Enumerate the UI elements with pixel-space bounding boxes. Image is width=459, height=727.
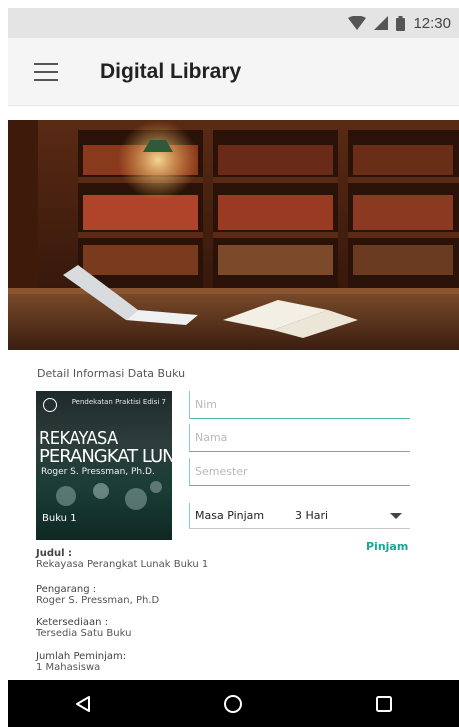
semester-field[interactable]: Semester <box>189 458 410 486</box>
pengarang-label: Pengarang : <box>36 584 97 595</box>
status-bar: 12:30 <box>8 8 459 38</box>
app-title: Digital Library <box>100 59 242 83</box>
chevron-down-icon[interactable] <box>390 512 402 519</box>
masa-pinjam-label: Masa Pinjam <box>195 509 265 522</box>
masa-pinjam-value[interactable]: 3 Hari <box>295 509 390 522</box>
ketersediaan-info: Ketersediaan : Tersedia Satu Buku <box>36 617 131 639</box>
jumlah-value: 1 Mahasiswa <box>36 662 101 673</box>
signal-icon <box>374 16 389 30</box>
menu-icon[interactable] <box>34 62 58 81</box>
pengarang-value: Roger S. Pressman, Ph.D <box>36 595 160 606</box>
library-illustration <box>8 120 459 350</box>
jumlah-peminjam-info: Jumlah Peminjam: 1 Mahasiswa <box>36 651 126 673</box>
home-button[interactable] <box>203 684 263 724</box>
jumlah-label: Jumlah Peminjam: <box>36 651 127 662</box>
pinjam-button[interactable]: Pinjam <box>366 540 408 553</box>
status-time: 12:30 <box>413 14 451 32</box>
system-nav-bar <box>8 680 459 727</box>
masa-pinjam-select[interactable]: Masa Pinjam 3 Hari <box>189 503 410 529</box>
recents-button[interactable] <box>354 684 414 724</box>
back-icon <box>76 695 91 712</box>
back-button[interactable] <box>53 684 113 724</box>
ketersediaan-value: Tersedia Satu Buku <box>36 628 132 639</box>
battery-icon <box>396 15 406 31</box>
judul-value: Rekayasa Perangkat Lunak Buku 1 <box>36 559 209 570</box>
ketersediaan-label: Ketersediaan : <box>36 617 109 628</box>
section-title: Detail Informasi Data Buku <box>37 367 186 380</box>
app-bar: Digital Library <box>8 38 459 106</box>
home-icon <box>224 694 243 713</box>
pengarang-info: Pengarang : Roger S. Pressman, Ph.D <box>36 584 159 606</box>
nim-field[interactable]: Nim <box>189 391 410 419</box>
library-hero-image <box>8 120 459 350</box>
book-cover-image: Pendekatan Praktisi Edisi 7 REKAYASA PER… <box>36 391 172 540</box>
judul-info: Judul : Rekayasa Perangkat Lunak Buku 1 <box>36 548 208 570</box>
nama-field[interactable]: Nama <box>189 424 410 452</box>
judul-label: Judul : <box>36 548 73 559</box>
cover-volume: Buku 1 <box>42 513 77 524</box>
wifi-icon <box>348 16 367 30</box>
recents-icon <box>375 695 392 712</box>
